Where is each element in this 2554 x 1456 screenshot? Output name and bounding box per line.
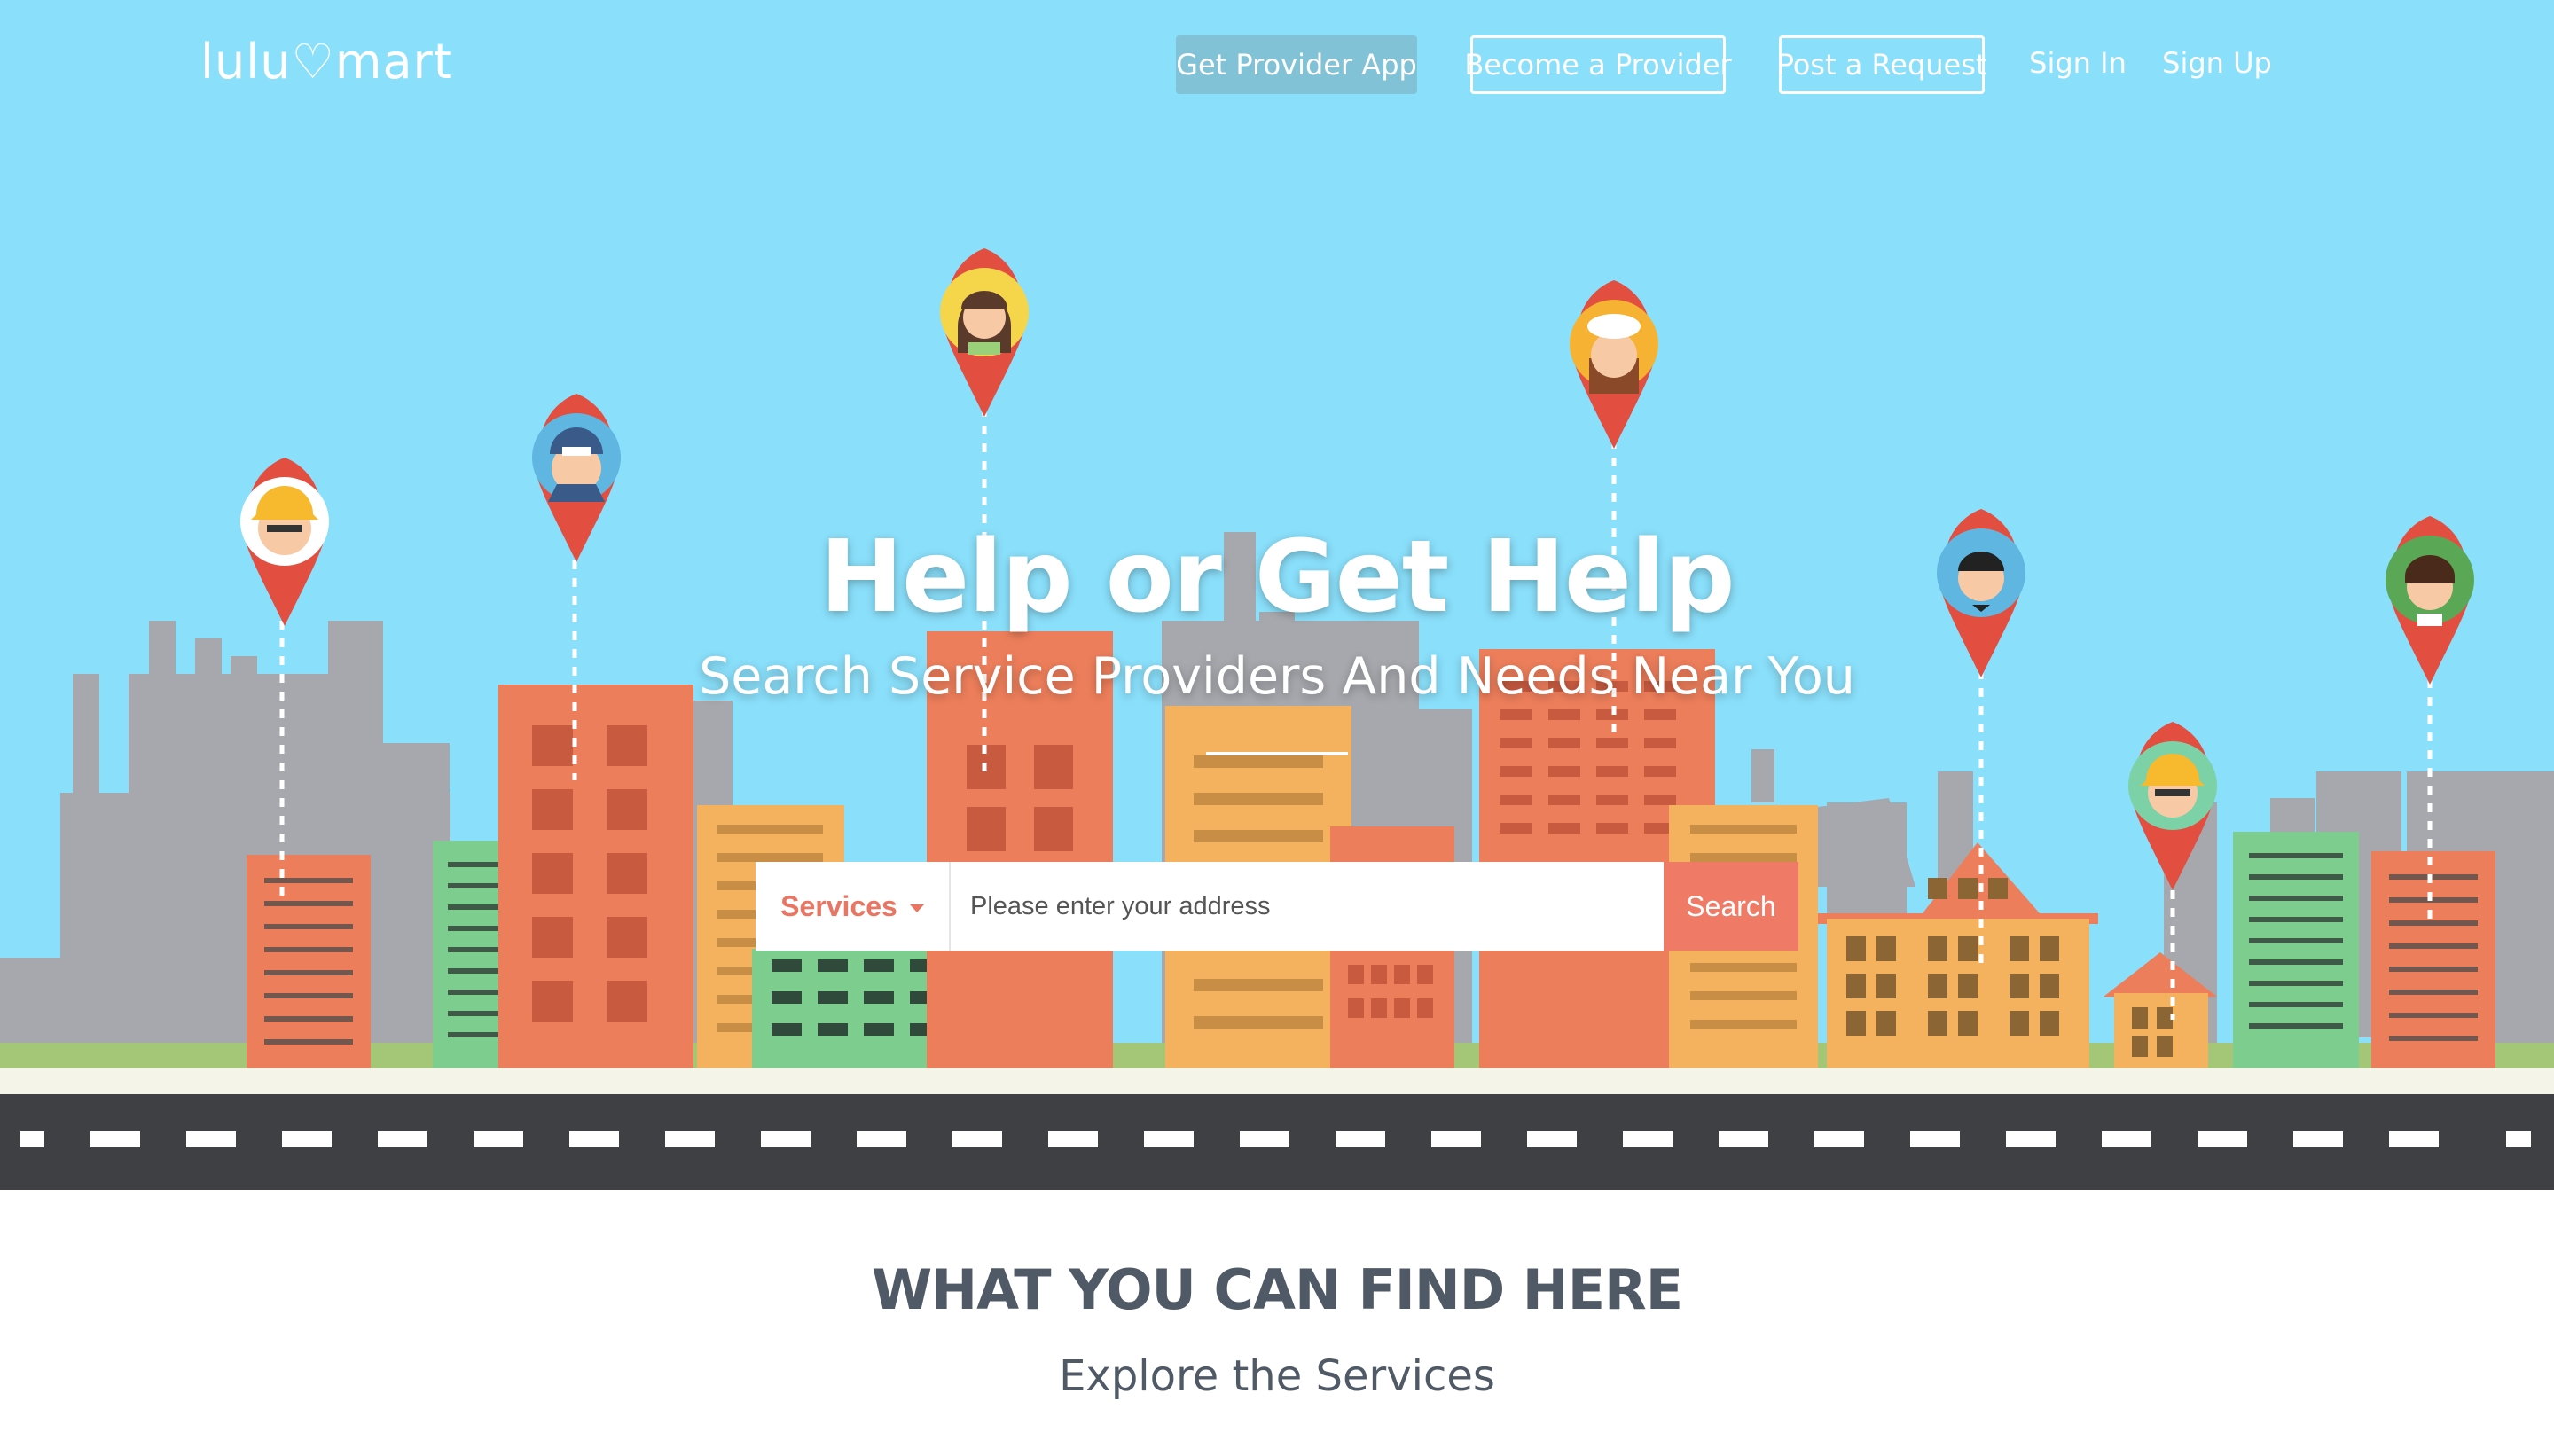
logo[interactable]: lulu♡mart: [200, 34, 453, 90]
hero-title: Help or Get Help: [819, 520, 1735, 635]
search-bar: Services Search: [756, 862, 1798, 951]
category-dropdown[interactable]: Services: [756, 862, 951, 951]
search-button[interactable]: Search: [1664, 862, 1798, 951]
hero-divider: [1206, 752, 1348, 755]
hero-banner: lulu♡mart Get Provider App Become a Prov…: [0, 0, 2554, 1190]
become-provider-button[interactable]: Become a Provider: [1464, 35, 1732, 94]
section-subtitle: Explore the Services: [1059, 1351, 1495, 1401]
sign-up-link[interactable]: Sign Up: [2162, 34, 2272, 92]
category-dropdown-label: Services: [780, 889, 897, 922]
section-title: WHAT YOU CAN FIND HERE: [871, 1257, 1683, 1322]
address-input[interactable]: [951, 862, 1664, 951]
sign-in-link[interactable]: Sign In: [2029, 34, 2127, 92]
hero-subtitle: Search Service Providers And Needs Near …: [699, 647, 1855, 706]
map-pin-icon: [940, 248, 1029, 417]
get-provider-app-button[interactable]: Get Provider App: [1176, 35, 1417, 94]
post-request-button[interactable]: Post a Request: [1777, 35, 1986, 94]
caret-down-icon: [909, 904, 924, 912]
map-pin-icon: [1570, 280, 1658, 449]
